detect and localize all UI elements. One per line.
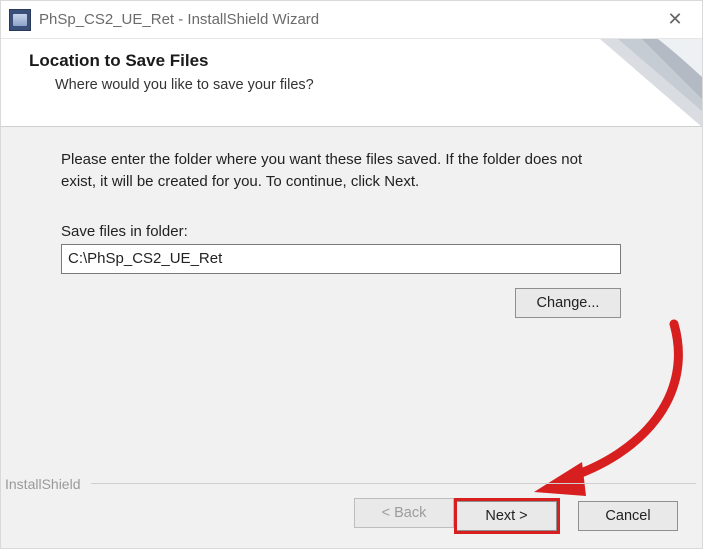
annotation-arrow-icon [494, 314, 694, 504]
wizard-body: Please enter the folder where you want t… [1, 127, 702, 548]
cancel-button[interactable]: Cancel [578, 501, 678, 531]
close-button[interactable]: ✕ [648, 1, 702, 38]
back-button: < Back [354, 498, 454, 528]
next-button-highlight: Next > [454, 498, 560, 534]
wizard-nav-buttons: < Back Next > Cancel [354, 498, 678, 534]
page-curl-icon [572, 39, 702, 127]
brand-label: InstallShield [5, 476, 81, 492]
folder-path-input[interactable] [61, 244, 621, 274]
instruction-text: Please enter the folder where you want t… [61, 149, 621, 193]
close-icon: ✕ [667, 9, 682, 30]
folder-field-label: Save files in folder: [61, 223, 660, 240]
change-button[interactable]: Change... [515, 288, 621, 318]
titlebar: PhSp_CS2_UE_Ret - InstallShield Wizard ✕ [1, 1, 702, 39]
app-icon [9, 9, 31, 31]
wizard-header: Location to Save Files Where would you l… [1, 39, 702, 127]
next-button[interactable]: Next > [457, 501, 557, 531]
window-title: PhSp_CS2_UE_Ret - InstallShield Wizard [39, 11, 648, 28]
installer-window: PhSp_CS2_UE_Ret - InstallShield Wizard ✕… [0, 0, 703, 549]
footer-separator [91, 483, 696, 484]
